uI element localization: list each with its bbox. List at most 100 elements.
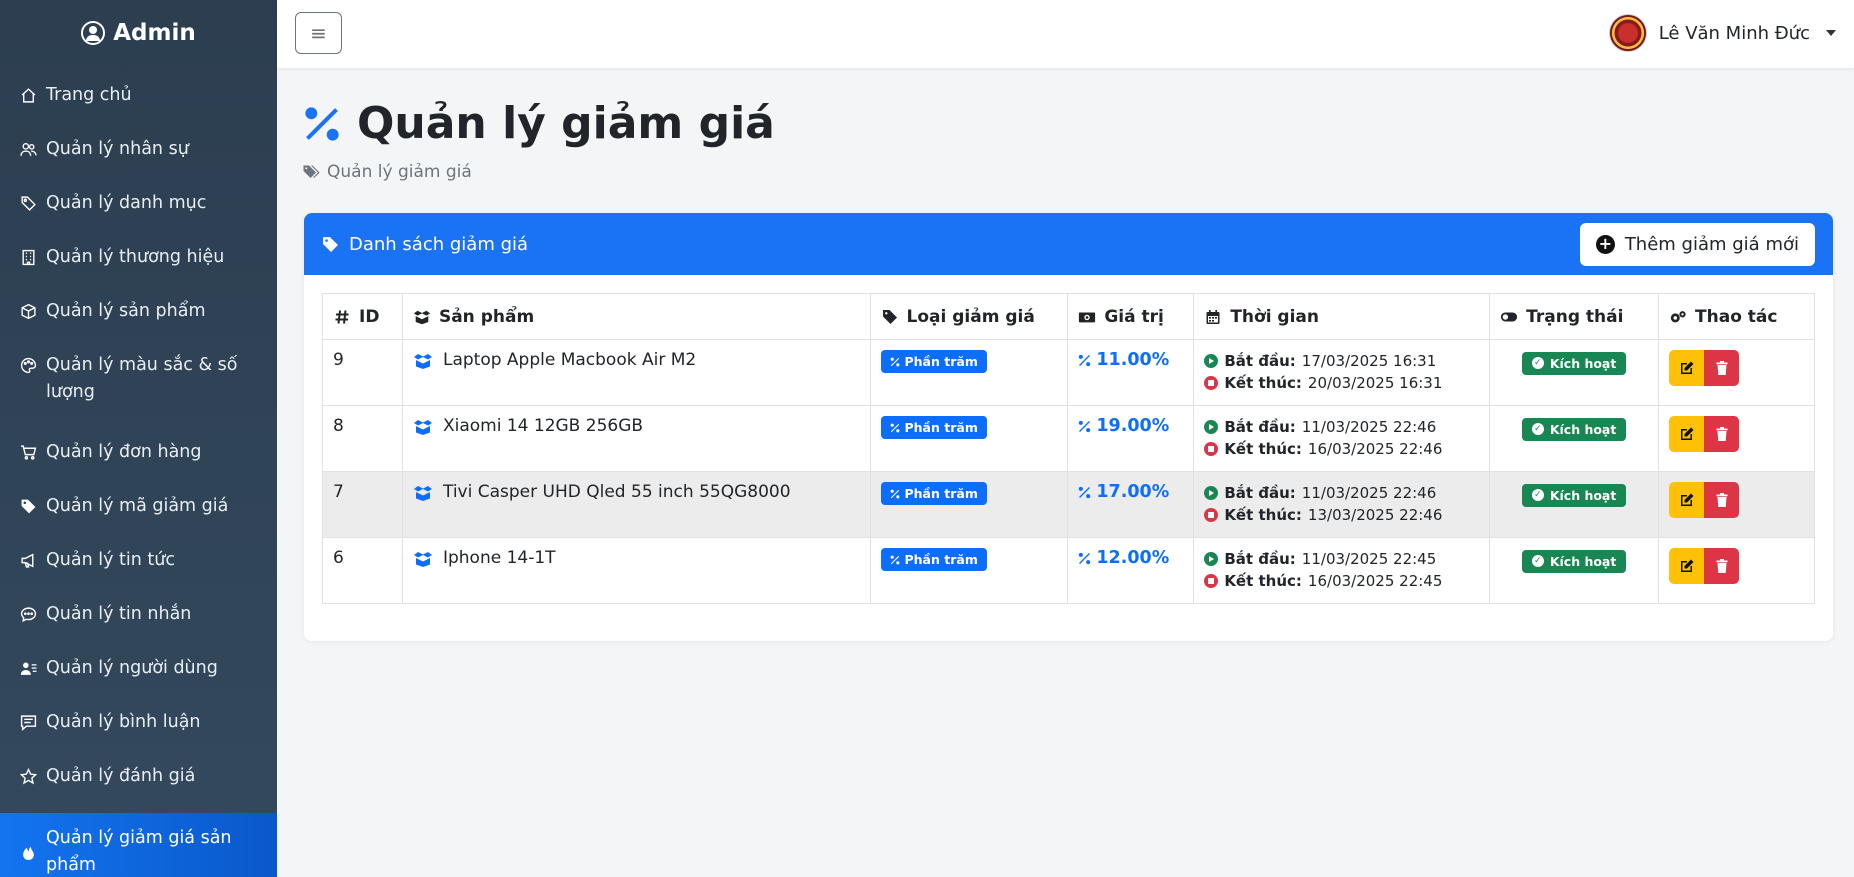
- box-open-icon: [413, 486, 432, 501]
- column-header-id[interactable]: ID: [322, 293, 403, 340]
- cell-id: 9: [322, 339, 403, 406]
- start-time: Bắt đầu: 11/03/2025 22:45: [1204, 548, 1479, 570]
- trash-icon: [1716, 559, 1728, 573]
- delete-button[interactable]: [1704, 548, 1740, 584]
- status-badge: ✓ Kích hoạt: [1521, 417, 1627, 441]
- cell-product: Laptop Apple Macbook Air M2: [442, 350, 697, 370]
- chat-square-text-icon: [18, 709, 38, 736]
- delete-button[interactable]: [1704, 482, 1740, 518]
- start-time: Bắt đầu: 11/03/2025 22:46: [1204, 482, 1479, 504]
- house-icon: [18, 82, 38, 109]
- box-icon: [18, 298, 38, 325]
- brand[interactable]: Admin: [0, 0, 277, 66]
- discount-list-card: Danh sách giảm giá + Thêm giảm giá mới I…: [304, 213, 1833, 641]
- brand-label: Admin: [113, 20, 196, 46]
- box-open-icon: [413, 420, 432, 435]
- delete-button[interactable]: [1704, 350, 1740, 386]
- column-header-time[interactable]: Thời gian: [1193, 293, 1491, 340]
- start-time: Bắt đầu: 11/03/2025 22:46: [1204, 416, 1479, 438]
- fire-icon: [18, 839, 38, 866]
- user-name[interactable]: Lê Văn Minh Đức: [1659, 23, 1810, 44]
- cell-product: Tivi Casper UHD Qled 55 inch 55QG8000: [442, 482, 791, 502]
- sidebar-item-colors[interactable]: Quản lý màu sắc & số lượng: [0, 340, 277, 427]
- person-lines-icon: [18, 655, 38, 682]
- edit-button[interactable]: [1669, 350, 1705, 386]
- sidebar-item-comments[interactable]: Quản lý bình luận: [0, 697, 277, 751]
- trash-icon: [1716, 427, 1728, 441]
- sidebar-item-coupons[interactable]: Quản lý mã giảm giá: [0, 481, 277, 535]
- chat-dots-icon: [18, 601, 38, 628]
- sidebar-item-categories[interactable]: Quản lý danh mục: [0, 178, 277, 232]
- sidebar-item-products[interactable]: Quản lý sản phẩm: [0, 286, 277, 340]
- stop-circle-icon: [1204, 574, 1219, 588]
- sidebar-item-news[interactable]: Quản lý tin tức: [0, 535, 277, 589]
- percent-icon: [890, 489, 899, 498]
- table-row[interactable]: 9 Laptop Apple Macbook Air M2 Phần trăm …: [322, 339, 1815, 406]
- tags-icon: [18, 190, 38, 217]
- user-menu[interactable]: Lê Văn Minh Đức: [1608, 14, 1836, 52]
- edit-button[interactable]: [1669, 482, 1705, 518]
- sidebar-item-label: Quản lý danh mục: [46, 193, 207, 213]
- column-header-actions[interactable]: Thao tác: [1658, 293, 1815, 340]
- cart-icon: [18, 439, 38, 466]
- table-row[interactable]: 8 Xiaomi 14 12GB 256GB Phần trăm 19.00% …: [322, 405, 1815, 472]
- sidebar-item-orders[interactable]: Quản lý đơn hàng: [0, 427, 277, 481]
- sidebar-item-home[interactable]: Trang chủ: [0, 70, 277, 124]
- avatar[interactable]: [1608, 14, 1647, 52]
- percent-icon: [890, 423, 899, 432]
- discount-value: 17.00%: [1078, 482, 1183, 502]
- table-row[interactable]: 6 Iphone 14-1T Phần trăm 12.00% Bắt đầu:…: [322, 537, 1815, 604]
- column-header-type[interactable]: Loại giảm giá: [869, 293, 1069, 340]
- play-circle-icon: [1204, 354, 1219, 368]
- breadcrumb-label[interactable]: Quản lý giảm giá: [327, 162, 472, 182]
- sidebar-item-messages[interactable]: Quản lý tin nhắn: [0, 589, 277, 643]
- sidebar-item-label: Quản lý giảm giá sản phẩm: [46, 828, 232, 875]
- sidebar-toggle-button[interactable]: ≡: [295, 12, 342, 54]
- card-title-text: Danh sách giảm giá: [349, 233, 529, 255]
- discount-type-badge: Phần trăm: [880, 416, 987, 439]
- sidebar-item-brands[interactable]: Quản lý thương hiệu: [0, 232, 277, 286]
- percent-icon: [1079, 552, 1091, 564]
- edit-icon: [1680, 427, 1694, 440]
- sidebar-item-label: Trang chủ: [46, 85, 132, 105]
- hashtag-icon: [335, 309, 349, 324]
- add-discount-button[interactable]: + Thêm giảm giá mới: [1579, 222, 1815, 266]
- column-header-product[interactable]: Sản phẩm: [401, 293, 871, 340]
- money-bill-icon: [1079, 312, 1096, 322]
- top-header: ≡ Lê Văn Minh Đức: [277, 0, 1854, 68]
- status-badge: ✓ Kích hoạt: [1521, 351, 1627, 375]
- edit-icon: [1680, 559, 1694, 572]
- sidebar-item-product-discounts[interactable]: Quản lý giảm giá sản phẩm: [0, 813, 277, 877]
- end-time: Kết thúc: 13/03/2025 22:46: [1204, 504, 1479, 526]
- delete-button[interactable]: [1704, 416, 1740, 452]
- check-circle-icon: ✓: [1531, 489, 1544, 501]
- discount-value: 19.00%: [1078, 416, 1183, 436]
- cell-id: 8: [322, 405, 403, 472]
- star-icon: [18, 763, 38, 790]
- tag-fill-icon: [18, 493, 38, 520]
- box-open-icon: [413, 354, 432, 369]
- status-badge: ✓ Kích hoạt: [1521, 483, 1627, 507]
- sidebar-item-label: Quản lý màu sắc & số lượng: [46, 355, 238, 402]
- sidebar-item-users[interactable]: Quản lý người dùng: [0, 643, 277, 697]
- sidebar-item-label: Quản lý thương hiệu: [46, 247, 225, 267]
- column-header-status[interactable]: Trạng thái: [1489, 293, 1660, 340]
- column-header-value[interactable]: Giá trị: [1067, 293, 1195, 340]
- edit-button[interactable]: [1669, 416, 1705, 452]
- cogs-icon: [1670, 310, 1686, 322]
- status-badge: ✓ Kích hoạt: [1521, 549, 1627, 573]
- end-time: Kết thúc: 16/03/2025 22:45: [1204, 570, 1479, 592]
- box-open-icon: [413, 310, 431, 324]
- sidebar-item-reviews[interactable]: Quản lý đánh giá: [0, 751, 277, 805]
- sidebar-nav: Trang chủ Quản lý nhân sự Quản lý danh m…: [0, 66, 277, 877]
- sidebar-item-label: Quản lý sản phẩm: [46, 301, 206, 321]
- sidebar: Admin Trang chủ Quản lý nhân sự Quản lý …: [0, 0, 277, 877]
- trash-icon: [1716, 493, 1728, 507]
- start-time: Bắt đầu: 17/03/2025 16:31: [1204, 350, 1479, 372]
- sidebar-item-staff[interactable]: Quản lý nhân sự: [0, 124, 277, 178]
- table-row[interactable]: 7 Tivi Casper UHD Qled 55 inch 55QG8000 …: [322, 471, 1815, 538]
- edit-button[interactable]: [1669, 548, 1705, 584]
- play-circle-icon: [1204, 486, 1219, 500]
- plus-circle-icon: +: [1595, 234, 1615, 254]
- caret-down-icon[interactable]: [1826, 30, 1836, 36]
